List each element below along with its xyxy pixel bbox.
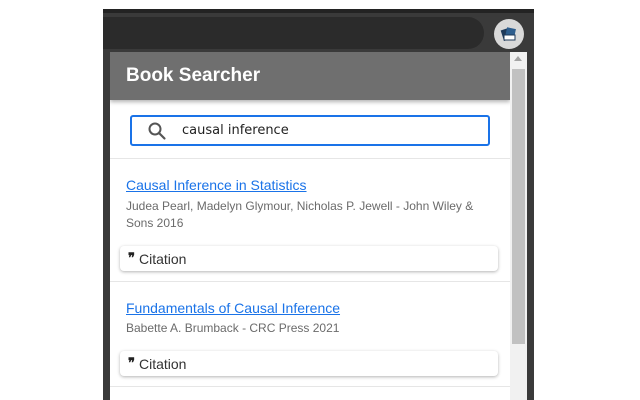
search-area — [110, 100, 510, 159]
quote-icon: ❞ — [128, 356, 135, 371]
book-searcher-popup: Book Searcher Causal Inference in Statis… — [110, 52, 510, 400]
result-meta: Judea Pearl, Madelyn Glymour, Nicholas P… — [126, 199, 474, 230]
citation-label: Citation — [139, 355, 187, 372]
popup-frame-left — [103, 52, 110, 400]
citation-label: Citation — [139, 250, 187, 267]
search-icon — [146, 120, 168, 142]
popup-scrollbar[interactable] — [510, 52, 527, 400]
citation-button[interactable]: ❞ Citation — [120, 351, 498, 376]
browser-tabstrip — [103, 9, 534, 13]
result-title-link[interactable]: Causal Inference in Statistics — [126, 177, 307, 193]
result-item: Causal Inference in Statistics Judea Pea… — [110, 159, 510, 282]
address-bar[interactable] — [103, 17, 484, 49]
scroll-thumb[interactable] — [512, 69, 525, 344]
search-box[interactable] — [130, 115, 490, 146]
book-searcher-extension-button[interactable] — [494, 19, 524, 49]
result-meta: Babette A. Brumback - CRC Press 2021 — [126, 321, 340, 335]
scroll-up-arrow-icon[interactable] — [514, 56, 522, 61]
citation-button[interactable]: ❞ Citation — [120, 246, 498, 271]
popup-header: Book Searcher — [110, 52, 510, 100]
result-item: Fundamentals of Causal Inference Babette… — [110, 282, 510, 387]
result-title-link[interactable]: Fundamentals of Causal Inference — [126, 300, 340, 316]
popup-frame-right — [527, 52, 534, 400]
extension-books-icon — [500, 27, 516, 41]
search-input[interactable] — [182, 123, 472, 138]
quote-icon: ❞ — [128, 251, 135, 266]
popup-title: Book Searcher — [126, 65, 261, 86]
